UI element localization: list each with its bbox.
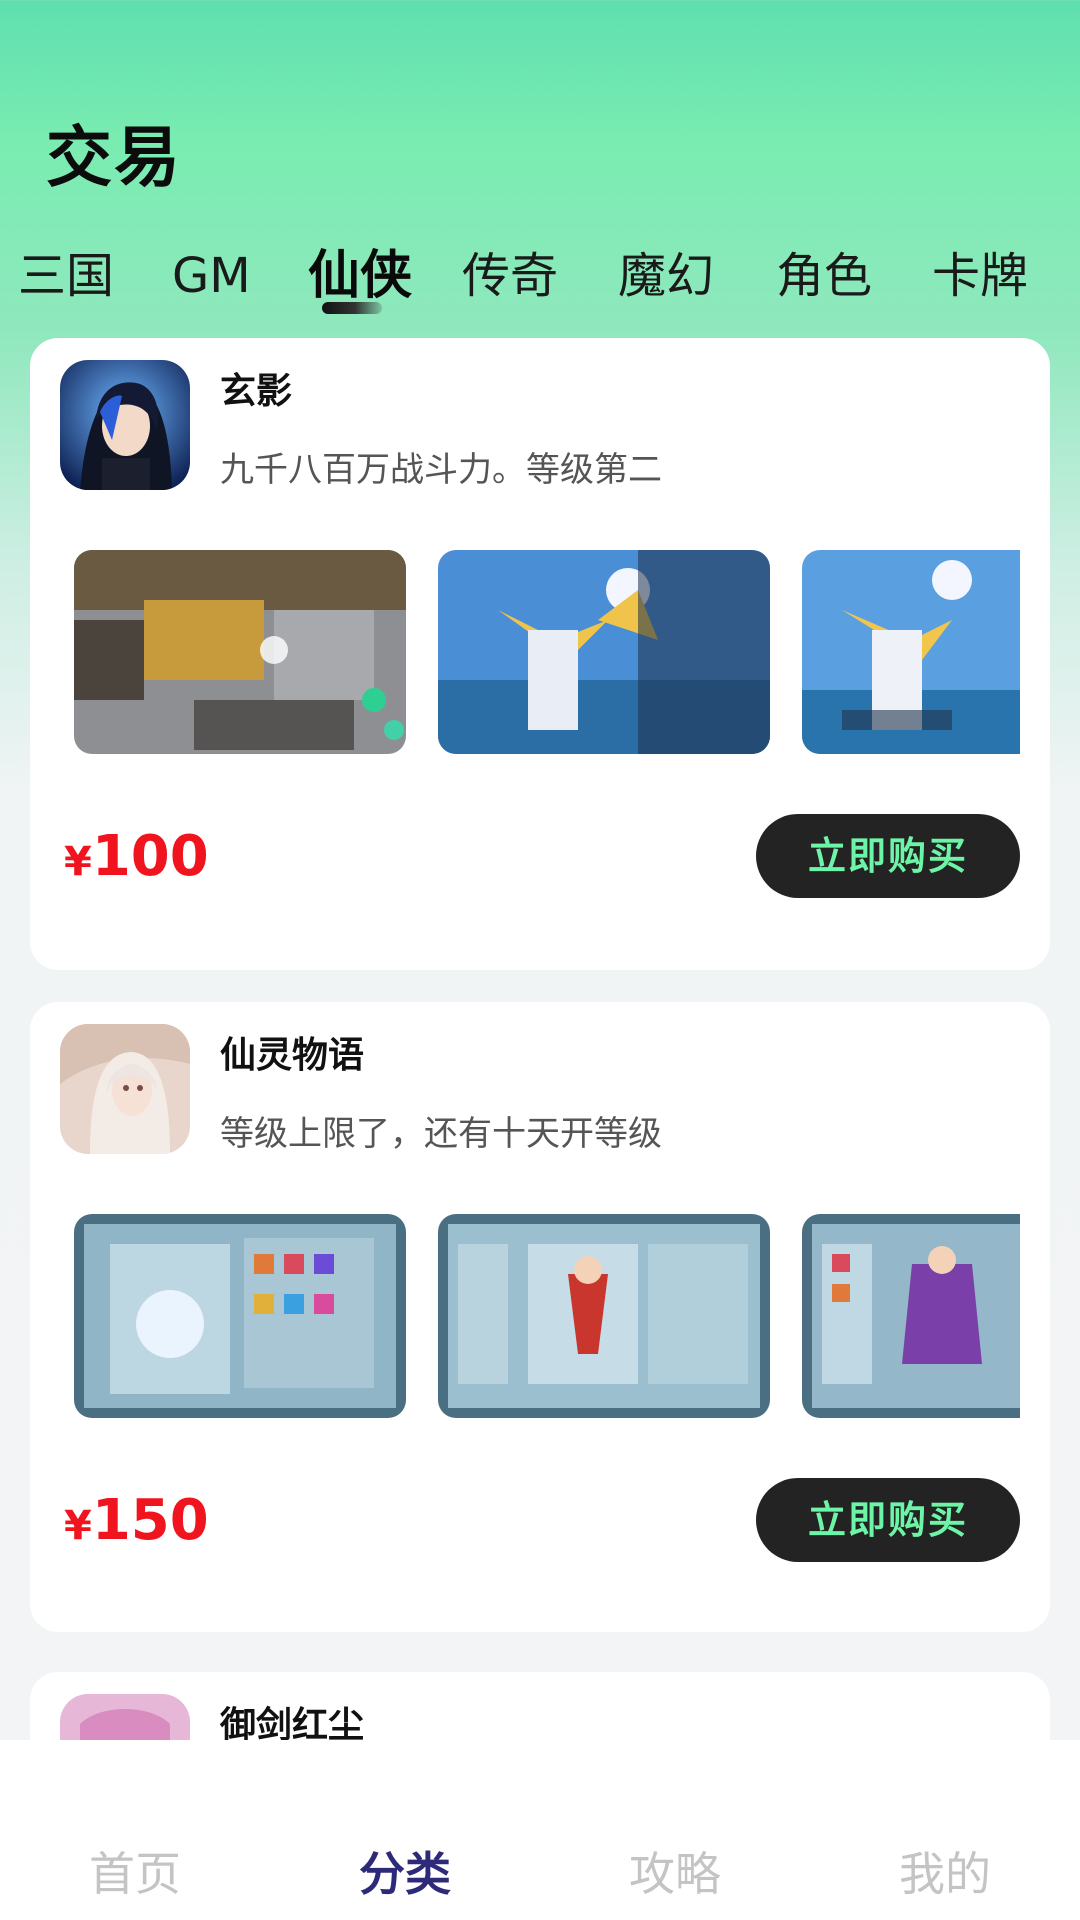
nav-category[interactable]: 分类 [270,1838,540,1904]
nav-guide[interactable]: 攻略 [540,1838,810,1904]
currency-symbol: ¥ [64,1503,92,1549]
nav-profile[interactable]: 我的 [810,1838,1080,1904]
screenshot-carousel[interactable] [74,1214,1020,1420]
bottom-navigation: 首页 分类 攻略 我的 [0,1740,1080,1920]
category-tabs: 三国 GM 仙侠 传奇 魔幻 角色 卡牌 [0,236,1080,326]
price-amount: 100 [91,824,209,889]
price-amount: 150 [91,1488,209,1553]
tab-xianxia[interactable]: 仙侠 [308,246,412,306]
tab-kapai[interactable]: 卡牌 [932,246,1028,306]
listing-name: 玄影 [220,371,293,412]
tab-chuanqi[interactable]: 传奇 [462,246,558,306]
listing-card[interactable]: 玄影 九千八百万战斗力。等级第二 ¥100 立即购买 [30,338,1050,970]
listing-name: 仙灵物语 [220,1035,365,1076]
tab-juese[interactable]: 角色 [776,246,872,306]
active-tab-indicator [322,302,382,314]
currency-symbol: ¥ [64,839,92,885]
buy-now-button[interactable]: 立即购买 [756,1478,1020,1562]
screenshot-thumbnail[interactable] [74,1214,406,1418]
tab-sanguo[interactable]: 三国 [18,246,114,306]
listing-description: 九千八百万战斗力。等级第二 [220,450,662,490]
listing-price: ¥100 [64,824,209,889]
listing-card[interactable]: 仙灵物语 等级上限了，还有十天开等级 ¥150 立即购买 [30,1002,1050,1632]
game-avatar [60,1024,190,1154]
screenshot-thumbnail[interactable] [438,1214,770,1418]
screenshot-thumbnail[interactable] [802,1214,1020,1418]
buy-now-button[interactable]: 立即购买 [756,814,1020,898]
screenshot-carousel[interactable] [74,550,1020,756]
nav-home[interactable]: 首页 [0,1838,270,1904]
listing-description: 等级上限了，还有十天开等级 [220,1114,662,1154]
screenshot-thumbnail[interactable] [802,550,1020,754]
screenshot-thumbnail[interactable] [438,550,770,754]
tab-gm[interactable]: GM [172,246,251,306]
page-title: 交易 [46,119,182,196]
game-avatar [60,360,190,490]
tab-mohuan[interactable]: 魔幻 [618,246,714,306]
screenshot-thumbnail[interactable] [74,550,406,754]
listing-price: ¥150 [64,1488,209,1553]
